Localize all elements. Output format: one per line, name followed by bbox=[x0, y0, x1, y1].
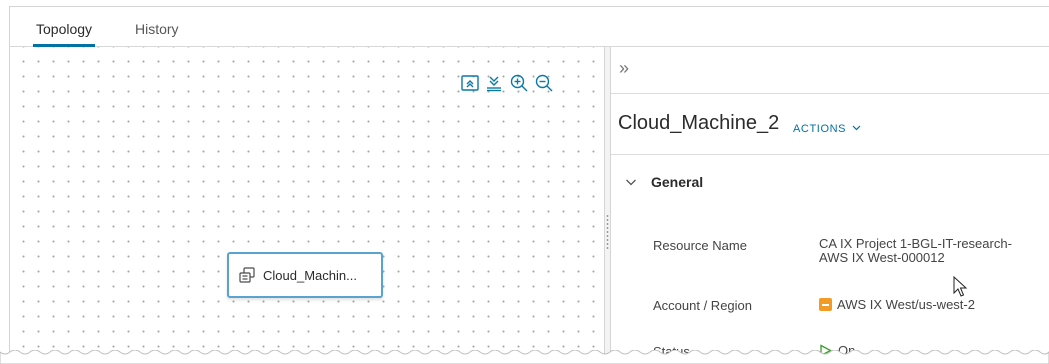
tab-bar: Topology History bbox=[10, 7, 1049, 47]
torn-edge bbox=[0, 350, 1049, 364]
resource-name-line1: CA IX Project 1-BGL-IT-research- bbox=[819, 236, 1012, 251]
chevron-down-icon bbox=[852, 125, 861, 131]
section-general-toggle[interactable]: General bbox=[625, 174, 703, 190]
resource-name-line2: AWS IX West-000012 bbox=[819, 250, 945, 265]
resource-name-value: CA IX Project 1-BGL-IT-research- AWS IX … bbox=[819, 237, 1012, 265]
actions-label: ACTIONS bbox=[793, 123, 847, 135]
tab-topology-label: Topology bbox=[36, 21, 93, 37]
divider bbox=[611, 154, 1049, 155]
collapse-panel-button[interactable]: » bbox=[619, 59, 629, 77]
tab-history-label: History bbox=[135, 21, 179, 37]
section-general-label: General bbox=[651, 174, 704, 190]
topology-node-cloud-machine[interactable]: Cloud_Machin... bbox=[227, 252, 383, 298]
zoom-in-icon[interactable] bbox=[508, 72, 530, 94]
node-label: Cloud_Machin... bbox=[263, 267, 357, 283]
tab-history[interactable]: History bbox=[135, 21, 179, 37]
account-region-value: AWS IX West/us-west-2 bbox=[819, 298, 975, 312]
resource-name-label: Resource Name bbox=[653, 238, 747, 253]
tab-topology[interactable]: Topology bbox=[33, 21, 96, 47]
account-region-label: Account / Region bbox=[653, 298, 753, 313]
aws-icon bbox=[819, 298, 832, 311]
topology-view: Topology History Cloud_Machin... » Cloud… bbox=[9, 6, 1049, 356]
account-region-text: AWS IX West/us-west-2 bbox=[837, 297, 975, 312]
actions-button[interactable]: ACTIONS bbox=[793, 123, 861, 135]
panel-title: Cloud_Machine_2 bbox=[618, 112, 780, 134]
topology-canvas[interactable]: Cloud_Machin... bbox=[10, 47, 604, 356]
chevron-down-icon bbox=[626, 179, 636, 186]
details-panel: » Cloud_Machine_2 ACTIONS General Resour… bbox=[611, 47, 1049, 356]
panel-splitter[interactable] bbox=[604, 47, 611, 356]
mouse-cursor-icon bbox=[953, 276, 968, 297]
virtual-machine-icon bbox=[239, 267, 255, 283]
drag-handle-icon bbox=[606, 214, 609, 250]
download-icon[interactable] bbox=[483, 72, 505, 94]
fit-to-view-icon[interactable] bbox=[459, 72, 481, 94]
zoom-out-icon[interactable] bbox=[533, 72, 555, 94]
divider bbox=[611, 93, 1049, 94]
